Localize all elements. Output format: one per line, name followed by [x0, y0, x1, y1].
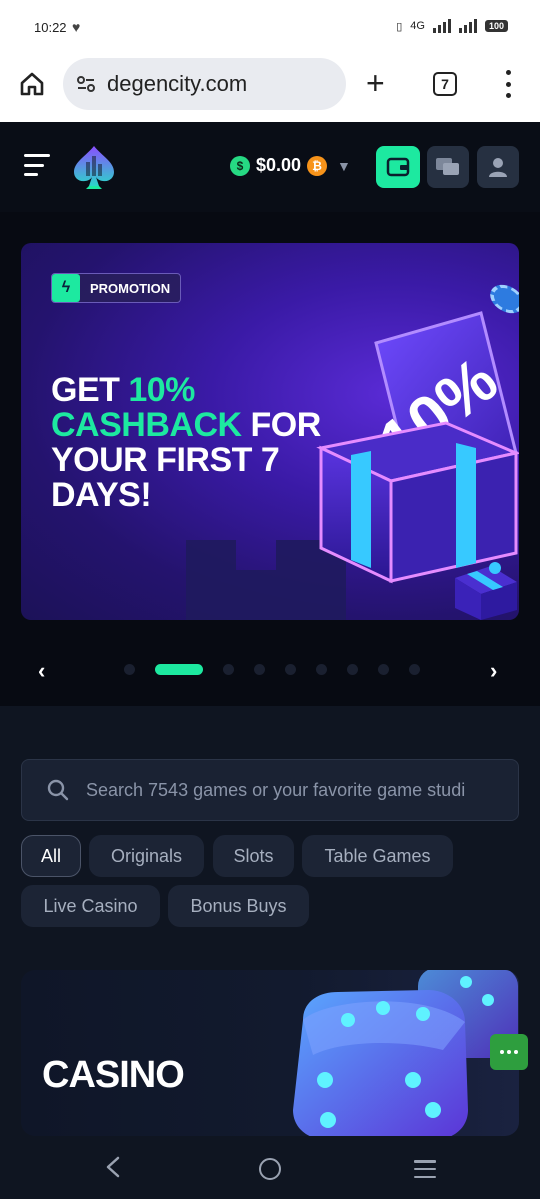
casino-section-card[interactable]: CASINO — [21, 970, 519, 1136]
lightning-icon: ϟ — [52, 274, 80, 302]
system-nav-bar — [0, 1136, 540, 1199]
signal-icon-2 — [458, 19, 477, 33]
recent-apps-icon[interactable] — [414, 1160, 436, 1178]
bitcoin-icon: ₿ — [307, 155, 328, 176]
dollar-coin-icon: $ — [230, 155, 250, 176]
home-circle-icon[interactable] — [259, 1158, 281, 1180]
vibrate-icon: ▯ — [396, 20, 403, 33]
carousel-indicators — [124, 664, 420, 675]
wallet-icon — [386, 157, 410, 177]
carousel-dot[interactable] — [316, 664, 327, 675]
category-bonus-buys[interactable]: Bonus Buys — [168, 885, 309, 927]
user-profile-button[interactable] — [477, 146, 519, 188]
heart-icon: ♥ — [72, 19, 81, 35]
category-live-casino[interactable]: Live Casino — [21, 885, 160, 927]
browser-toolbar: degencity.com + 7 — [0, 56, 540, 122]
category-originals[interactable]: Originals — [89, 835, 204, 877]
home-icon[interactable] — [18, 70, 46, 98]
promo-banner[interactable]: ϟ PROMOTION GET 10% CASHBACK FOR YOUR FI… — [21, 243, 519, 620]
chevron-down-icon: ▼ — [337, 157, 351, 174]
headline-part1: GET — [51, 371, 129, 409]
user-icon — [489, 158, 507, 177]
back-icon[interactable] — [104, 1156, 122, 1178]
address-bar[interactable]: degencity.com — [63, 58, 346, 110]
small-gift-illustration — [455, 562, 517, 620]
game-search[interactable] — [21, 759, 519, 821]
status-icons: ▯ 4G 100 — [396, 19, 508, 33]
support-chat-button[interactable] — [490, 1034, 528, 1070]
carousel-dot[interactable] — [378, 664, 389, 675]
site-settings-icon[interactable] — [75, 73, 97, 95]
casino-title: CASINO — [42, 1054, 185, 1096]
search-icon — [47, 779, 69, 801]
search-input[interactable] — [86, 779, 506, 801]
site-logo[interactable] — [72, 144, 116, 190]
gift-box-illustration: 10% — [316, 311, 519, 584]
battery-icon: 100 — [484, 20, 508, 32]
status-bar: 10:22 ♥ ▯ 4G 100 — [0, 0, 540, 56]
chat-icon — [436, 158, 459, 175]
url-text: degencity.com — [107, 71, 248, 96]
carousel-dot[interactable] — [347, 664, 358, 675]
site-header: $ $0.00 ₿ ▼ — [0, 122, 540, 212]
balance-amount: $0.00 — [256, 155, 302, 175]
status-time: 10:22 — [34, 20, 67, 35]
category-all[interactable]: All — [21, 835, 81, 877]
carousel-dot-active[interactable] — [155, 664, 203, 675]
hamburger-menu-icon[interactable] — [24, 154, 50, 176]
carousel-dot[interactable] — [409, 664, 420, 675]
category-table-games[interactable]: Table Games — [302, 835, 453, 877]
chat-button[interactable] — [427, 146, 469, 188]
new-tab-button[interactable]: + — [366, 67, 385, 99]
carousel-dot[interactable] — [124, 664, 135, 675]
wallet-button[interactable] — [376, 146, 420, 188]
promotion-tag: ϟ PROMOTION — [51, 273, 182, 303]
dice-illustration — [293, 970, 518, 1136]
carousel-dot[interactable] — [223, 664, 234, 675]
balance-selector[interactable]: $ $0.00 ₿ ▼ — [230, 155, 351, 176]
signal-icon — [432, 19, 451, 33]
hero-carousel: ϟ PROMOTION GET 10% CASHBACK FOR YOUR FI… — [0, 212, 540, 706]
browser-menu-button[interactable] — [500, 70, 516, 98]
carousel-dot[interactable] — [254, 664, 265, 675]
tab-switcher-button[interactable]: 7 — [433, 72, 457, 96]
network-label: 4G — [410, 20, 425, 32]
category-slots[interactable]: Slots — [213, 835, 294, 877]
carousel-prev-button[interactable]: ‹ — [38, 658, 45, 684]
carousel-dot[interactable] — [285, 664, 296, 675]
promotion-label: PROMOTION — [90, 280, 171, 296]
carousel-next-button[interactable]: › — [490, 658, 497, 684]
